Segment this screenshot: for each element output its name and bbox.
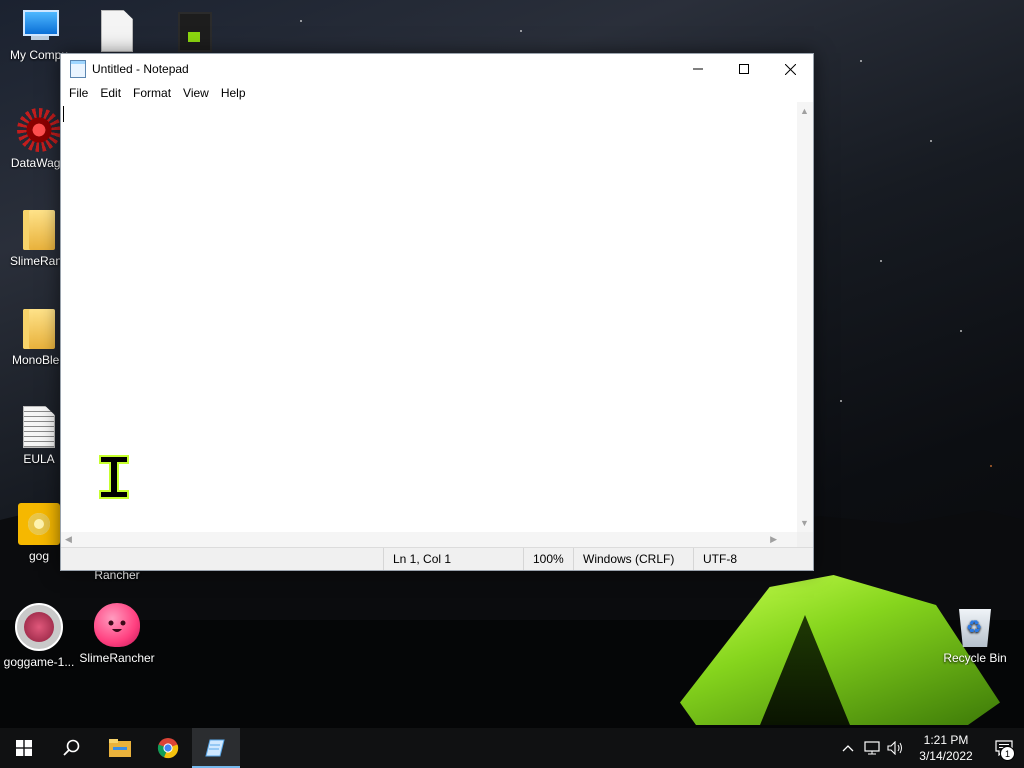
desktop-icon-blank-file[interactable] bbox=[78, 10, 156, 56]
menu-view[interactable]: View bbox=[177, 86, 215, 100]
gog-icon bbox=[18, 503, 60, 545]
text-cursor-icon bbox=[99, 455, 129, 499]
status-zoom: 100% bbox=[523, 548, 573, 570]
search-button[interactable] bbox=[48, 728, 96, 768]
notepad-icon bbox=[70, 60, 86, 78]
notepad-taskbar-button[interactable] bbox=[192, 728, 240, 768]
menu-bar: File Edit Format View Help bbox=[61, 84, 813, 102]
vertical-scrollbar[interactable]: ▲ ▼ bbox=[797, 102, 813, 532]
desktop-icon-recycle-bin[interactable]: Recycle Bin bbox=[936, 603, 1014, 665]
scroll-up-icon[interactable]: ▲ bbox=[800, 106, 809, 116]
desktop-icon-slimerancher[interactable]: SlimeRancher bbox=[78, 603, 156, 665]
action-center-button[interactable]: 1 bbox=[984, 728, 1024, 768]
star bbox=[520, 30, 522, 32]
volume-icon bbox=[887, 741, 902, 755]
desktop-icon-label: SlimeRancher bbox=[79, 651, 155, 665]
installer-icon bbox=[178, 12, 212, 52]
maximize-button[interactable] bbox=[721, 54, 767, 84]
start-button[interactable] bbox=[0, 728, 48, 768]
star bbox=[840, 400, 842, 402]
show-hidden-icons-button[interactable] bbox=[836, 728, 860, 768]
desktop-icon-label: Recycle Bin bbox=[943, 651, 1007, 665]
folder-icon bbox=[23, 309, 55, 349]
slime-face-icon bbox=[108, 620, 126, 632]
status-bar: Ln 1, Col 1 100% Windows (CRLF) UTF-8 bbox=[61, 547, 813, 570]
scroll-down-icon[interactable]: ▼ bbox=[800, 518, 809, 528]
window-title: Untitled - Notepad bbox=[92, 62, 189, 76]
notepad-window[interactable]: Untitled - Notepad File Edit Format View… bbox=[60, 53, 814, 571]
desktop-icon-installer[interactable] bbox=[156, 12, 234, 56]
slime-icon bbox=[94, 603, 140, 647]
datawagon-icon bbox=[17, 108, 61, 152]
notification-count-badge: 1 bbox=[1000, 746, 1015, 761]
desktop-icon-label: goggame-1... bbox=[3, 655, 75, 669]
network-button[interactable] bbox=[860, 728, 884, 768]
menu-file[interactable]: File bbox=[63, 86, 94, 100]
scroll-left-icon[interactable]: ◀ bbox=[65, 534, 72, 545]
menu-help[interactable]: Help bbox=[215, 86, 252, 100]
chrome-icon bbox=[157, 738, 179, 759]
text-caret bbox=[63, 106, 64, 122]
star bbox=[930, 140, 932, 142]
clock-date: 3/14/2022 bbox=[919, 749, 973, 763]
star bbox=[300, 20, 302, 22]
folder-icon bbox=[23, 210, 55, 250]
search-icon bbox=[63, 739, 80, 756]
minimize-button[interactable] bbox=[675, 54, 721, 84]
clock-time: 1:21 PM bbox=[923, 733, 969, 747]
status-position: Ln 1, Col 1 bbox=[383, 548, 523, 570]
taskbar: 1:21 PM 3/14/2022 1 bbox=[0, 728, 1024, 768]
goggame-icon bbox=[15, 603, 63, 651]
scrollbar-corner bbox=[797, 532, 813, 548]
chrome-button[interactable] bbox=[144, 728, 192, 768]
star bbox=[880, 260, 882, 262]
volume-button[interactable] bbox=[884, 728, 908, 768]
close-button[interactable] bbox=[767, 54, 813, 84]
taskbar-clock[interactable]: 1:21 PM 3/14/2022 bbox=[908, 732, 984, 764]
text-editor[interactable] bbox=[61, 102, 797, 532]
file-icon bbox=[101, 10, 133, 52]
network-icon bbox=[864, 741, 880, 755]
status-line-ending: Windows (CRLF) bbox=[573, 548, 693, 570]
status-encoding: UTF-8 bbox=[693, 548, 813, 570]
chevron-up-icon bbox=[842, 745, 854, 752]
star bbox=[960, 330, 962, 332]
recycle-bin-icon bbox=[957, 603, 993, 647]
menu-format[interactable]: Format bbox=[127, 86, 177, 100]
computer-icon bbox=[19, 10, 59, 44]
file-explorer-icon bbox=[109, 739, 131, 757]
notepad-icon bbox=[205, 739, 225, 757]
status-spacer bbox=[61, 548, 383, 570]
star bbox=[860, 60, 862, 62]
star bbox=[990, 465, 992, 467]
text-file-icon bbox=[23, 406, 55, 448]
title-bar[interactable]: Untitled - Notepad bbox=[61, 54, 813, 84]
close-icon bbox=[784, 63, 796, 75]
maximize-icon bbox=[739, 64, 749, 74]
horizontal-scrollbar[interactable]: ◀ ▶ bbox=[61, 532, 797, 548]
menu-edit[interactable]: Edit bbox=[94, 86, 127, 100]
start-icon bbox=[16, 740, 32, 756]
desktop-icon-goggame[interactable]: goggame-1... bbox=[0, 603, 78, 669]
file-explorer-button[interactable] bbox=[96, 728, 144, 768]
scroll-right-icon[interactable]: ▶ bbox=[770, 534, 777, 545]
system-tray: 1:21 PM 3/14/2022 1 bbox=[836, 728, 1024, 768]
minimize-icon bbox=[693, 68, 703, 70]
